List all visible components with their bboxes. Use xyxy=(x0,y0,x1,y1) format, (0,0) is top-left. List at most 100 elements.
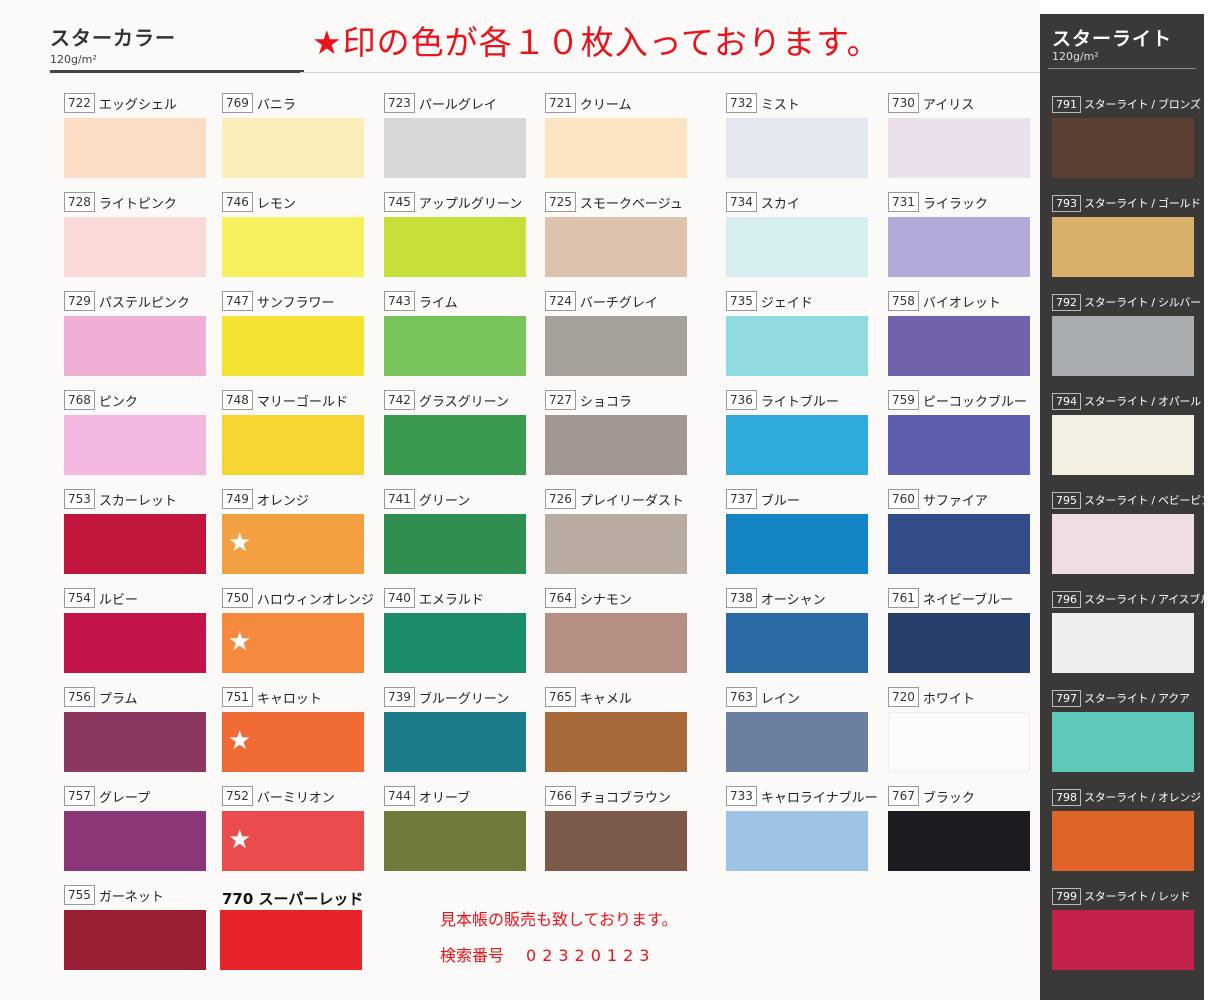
color-code: 768 xyxy=(64,390,95,410)
color-swatch-item: 723 パールグレイ xyxy=(384,92,544,182)
color-chip xyxy=(64,811,206,871)
color-name: プラム xyxy=(98,691,138,707)
header-divider xyxy=(50,70,304,73)
starlight-code: 797 xyxy=(1052,689,1081,707)
color-swatch-item: 768 ピンク xyxy=(64,389,224,479)
color-chip xyxy=(888,811,1030,871)
color-chip xyxy=(726,811,868,871)
swatch-label: 756 プラム xyxy=(64,686,138,708)
color-name: グリーン xyxy=(418,493,471,509)
color-swatch-item: 744 オリーブ xyxy=(384,785,544,875)
color-code: 727 xyxy=(545,390,576,410)
color-name: ミスト xyxy=(760,97,800,113)
starlight-name: スターライト / オパール xyxy=(1084,395,1201,408)
color-swatch-item: 753 スカーレット xyxy=(64,488,224,578)
color-name: スモークベージュ xyxy=(579,196,683,212)
color-name: アイリス xyxy=(922,97,975,113)
sales-note: 見本帳の販売も致しております。 xyxy=(440,910,678,929)
color-name: スカーレット xyxy=(98,493,177,509)
color-code: 748 xyxy=(222,390,253,410)
color-code: 759 xyxy=(888,390,919,410)
swatch-label: 736 ライトブルー xyxy=(726,389,839,411)
brand-title: スターカラー xyxy=(50,26,176,50)
swatch-label: 733 キャロライナブルー xyxy=(726,785,878,807)
color-swatch-item: 722 エッグシェル xyxy=(64,92,224,182)
starlight-code: 798 xyxy=(1052,788,1081,806)
color-swatch-item: 726 プレイリーダスト xyxy=(545,488,705,578)
swatch-label: 758 バイオレット xyxy=(888,290,1001,312)
starlight-title: スターライト xyxy=(1052,28,1173,50)
color-code: 760 xyxy=(888,489,919,509)
starlight-label: 793 スターライト / ゴールド xyxy=(1052,193,1201,213)
swatch-label: 737 ブルー xyxy=(726,488,800,510)
color-code: 735 xyxy=(726,291,757,311)
color-code: 731 xyxy=(888,192,919,212)
color-code: 729 xyxy=(64,291,95,311)
color-chip xyxy=(64,514,206,574)
color-code: 744 xyxy=(384,786,415,806)
star-icon: ★ xyxy=(228,726,252,756)
starlight-name: スターライト / ゴールド xyxy=(1084,197,1201,210)
color-code: 734 xyxy=(726,192,757,212)
color-chip xyxy=(726,712,868,772)
search-number: 02320123 xyxy=(526,946,656,965)
special-color-swatch xyxy=(220,910,362,970)
starlight-chip xyxy=(1052,217,1194,277)
color-chip: ★ xyxy=(222,514,364,574)
swatch-label: 734 スカイ xyxy=(726,191,800,213)
color-swatch-item: 724 バーチグレイ xyxy=(545,290,705,380)
starlight-name: スターライト / オレンジ xyxy=(1084,791,1201,804)
color-code: 761 xyxy=(888,588,919,608)
color-swatch-item: 731 ライラック xyxy=(888,191,1048,281)
color-chip xyxy=(222,316,364,376)
color-swatch-item: 734 スカイ xyxy=(726,191,886,281)
color-chip xyxy=(888,712,1030,772)
swatch-label: 761 ネイビーブルー xyxy=(888,587,1013,609)
color-code: 725 xyxy=(545,192,576,212)
color-name: バイオレット xyxy=(922,295,1001,311)
starlight-code: 792 xyxy=(1052,293,1081,311)
color-code: 732 xyxy=(726,93,757,113)
color-chip xyxy=(222,217,364,277)
color-chip xyxy=(545,316,687,376)
starlight-name: スターライト / アイスブルー xyxy=(1084,593,1214,606)
color-swatch-item: 764 シナモン xyxy=(545,587,705,677)
color-code: 758 xyxy=(888,291,919,311)
starlight-code: 795 xyxy=(1052,491,1081,509)
swatch-label: 720 ホワイト xyxy=(888,686,975,708)
swatch-label: 763 レイン xyxy=(726,686,800,708)
color-swatch-item: 749 オレンジ ★ xyxy=(222,488,382,578)
color-swatch-item: 746 レモン xyxy=(222,191,382,281)
color-swatch-item: 737 ブルー xyxy=(726,488,886,578)
color-swatch-item: 769 バニラ xyxy=(222,92,382,182)
color-chip xyxy=(726,118,868,178)
color-swatch-item: 738 オーシャン xyxy=(726,587,886,677)
color-swatch-item: 752 バーミリオン ★ xyxy=(222,785,382,875)
starlight-code: 793 xyxy=(1052,194,1081,212)
starlight-divider xyxy=(1048,68,1196,69)
swatch-label: 732 ミスト xyxy=(726,92,800,114)
swatch-label: 749 オレンジ xyxy=(222,488,309,510)
swatch-label: 741 グリーン xyxy=(384,488,470,510)
starlight-chip xyxy=(1052,514,1194,574)
color-swatch-item: 729 パステルピンク xyxy=(64,290,224,380)
color-name: ブルー xyxy=(760,493,800,509)
swatch-label: 746 レモン xyxy=(222,191,296,213)
color-name: グレープ xyxy=(98,790,151,806)
swatch-label: 751 キャロット xyxy=(222,686,322,708)
starlight-chip xyxy=(1052,613,1194,673)
color-chip xyxy=(888,316,1030,376)
color-code: 724 xyxy=(545,291,576,311)
swatch-label: 754 ルビー xyxy=(64,587,138,609)
color-chip xyxy=(384,415,526,475)
color-swatch-item: 759 ピーコックブルー xyxy=(888,389,1048,479)
color-chip xyxy=(545,613,687,673)
color-code: 728 xyxy=(64,192,95,212)
color-code: 769 xyxy=(222,93,253,113)
color-chip xyxy=(545,118,687,178)
color-chip xyxy=(545,811,687,871)
color-chip xyxy=(64,613,206,673)
color-swatch-item: 728 ライトピンク xyxy=(64,191,224,281)
color-code: 766 xyxy=(545,786,576,806)
starlight-code: 796 xyxy=(1052,590,1081,608)
